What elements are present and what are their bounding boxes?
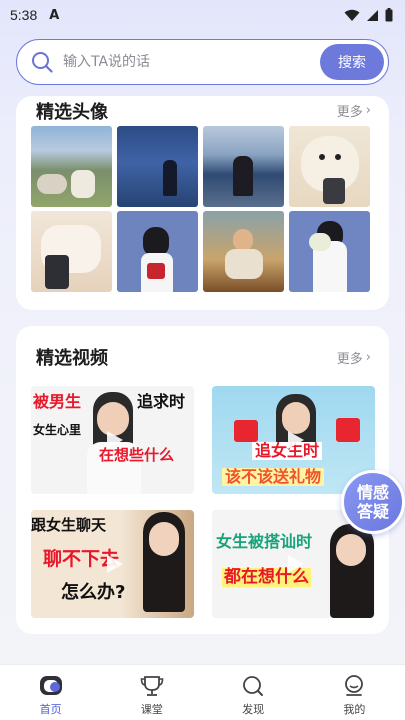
- video-thumbnail[interactable]: 被男生 追求时 女生心里 在想些什么: [31, 386, 194, 494]
- video-caption: 追求时: [137, 392, 186, 411]
- avatar-thumbnail[interactable]: [203, 211, 284, 292]
- trophy-icon: [140, 676, 164, 696]
- status-time: 5:38: [10, 7, 38, 23]
- tab-label: 发现: [242, 703, 265, 716]
- video-grid: 被男生 追求时 女生心里 在想些什么 追女生时 该不该送礼物 跟女生聊天 聊不下…: [31, 386, 375, 618]
- home-icon: [39, 676, 62, 695]
- video-caption: 被男生: [33, 392, 82, 411]
- battery-icon: [385, 8, 393, 22]
- play-icon: [287, 431, 304, 449]
- bottom-tab-bar: 首页 课堂 发现 我的: [0, 664, 405, 720]
- video-caption: 在想些什么: [99, 446, 175, 464]
- chevron-right-icon: ›: [365, 103, 371, 118]
- avatar-thumbnail[interactable]: [289, 211, 370, 292]
- video-caption: 怎么办?: [61, 582, 126, 603]
- video-caption: 女生心里: [33, 423, 82, 437]
- app-indicator-icon: A: [49, 7, 60, 23]
- profile-icon: [345, 675, 364, 696]
- emotion-qa-floating-button[interactable]: 情感 答疑: [341, 470, 405, 534]
- tab-profile[interactable]: 我的: [304, 665, 405, 720]
- videos-more-link[interactable]: 更多 ›: [337, 348, 371, 367]
- tab-label: 课堂: [140, 703, 163, 716]
- featured-avatars-card: 精选头像 更多 ›: [16, 96, 389, 310]
- signal-icon: [367, 9, 378, 21]
- avatar-thumbnail[interactable]: [31, 126, 112, 207]
- tab-label: 首页: [39, 703, 62, 716]
- avatar-thumbnail[interactable]: [203, 126, 284, 207]
- search-button[interactable]: 搜索: [320, 44, 384, 80]
- discover-search-icon: [243, 676, 264, 696]
- avatar-thumbnail[interactable]: [31, 211, 112, 292]
- tab-home[interactable]: 首页: [0, 665, 101, 720]
- search-icon: [32, 52, 53, 73]
- video-caption: 跟女生聊天: [31, 516, 107, 534]
- avatar-grid: [31, 126, 370, 292]
- search-bar: 搜索: [16, 39, 389, 85]
- float-label-line2: 答疑: [356, 502, 389, 521]
- more-label: 更多: [336, 352, 363, 367]
- video-caption: 女生被搭讪时: [216, 532, 313, 551]
- chevron-right-icon: ›: [365, 350, 371, 365]
- status-bar: 5:38 A: [0, 0, 405, 30]
- play-icon: [106, 555, 123, 573]
- float-label-line1: 情感: [356, 483, 389, 502]
- section-title-avatars: 精选头像: [36, 102, 108, 123]
- search-input[interactable]: [63, 47, 320, 77]
- more-label: 更多: [336, 105, 363, 120]
- avatar-thumbnail[interactable]: [289, 126, 370, 207]
- tab-classroom[interactable]: 课堂: [101, 665, 202, 720]
- avatar-thumbnail[interactable]: [117, 126, 198, 207]
- tab-discover[interactable]: 发现: [203, 665, 304, 720]
- video-thumbnail[interactable]: 跟女生聊天 聊不下去 怎么办?: [31, 510, 194, 618]
- video-thumbnail[interactable]: 女生被搭讪时 都在想什么: [212, 510, 375, 618]
- featured-videos-card: 精选视频 更多 › 被男生 追求时 女生心里 在想些什么 追女生时 该不该送礼物: [16, 326, 389, 634]
- wifi-icon: [344, 9, 360, 21]
- play-icon: [287, 555, 304, 573]
- play-icon: [106, 431, 123, 449]
- tab-label: 我的: [343, 703, 366, 716]
- video-caption: 该不该送礼物: [222, 468, 325, 486]
- avatars-more-link[interactable]: 更多 ›: [337, 101, 371, 120]
- section-title-videos: 精选视频: [36, 348, 108, 369]
- avatar-thumbnail[interactable]: [117, 211, 198, 292]
